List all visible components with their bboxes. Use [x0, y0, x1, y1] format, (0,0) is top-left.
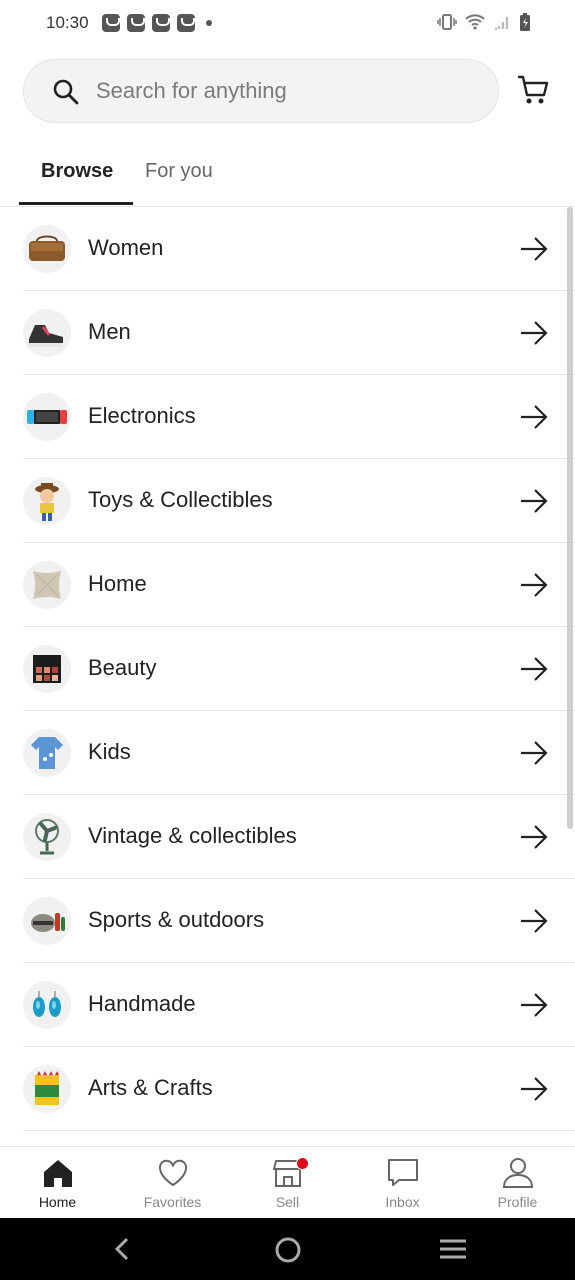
- nav-label: Home: [38, 1194, 77, 1210]
- recent-apps-icon[interactable]: [439, 1238, 467, 1260]
- arrow-right-icon: [521, 657, 548, 681]
- arrow-right-icon: [521, 321, 548, 345]
- nav-label: Sell: [275, 1194, 300, 1210]
- category-label: Arts & Crafts: [88, 1075, 213, 1100]
- arrow-right-icon: [521, 825, 548, 849]
- signal-icon: [495, 17, 509, 31]
- category-item-vintage-collectibles[interactable]: Vintage & collectibles: [0, 795, 575, 879]
- category-item-handmade[interactable]: Handmade: [0, 963, 575, 1047]
- category-item-kids[interactable]: Kids: [0, 711, 575, 795]
- message-icon: [388, 1159, 418, 1186]
- kids-dress-icon: [23, 729, 71, 777]
- scrollbar[interactable]: [567, 207, 573, 829]
- nav-profile[interactable]: Profile: [460, 1147, 575, 1219]
- arrow-right-icon: [521, 1077, 548, 1101]
- home-button-icon[interactable]: [274, 1236, 302, 1264]
- category-label: Kids: [88, 739, 131, 764]
- notification-icons: [102, 14, 212, 32]
- category-label: Vintage & collectibles: [88, 823, 297, 848]
- arrow-right-icon: [521, 993, 548, 1017]
- category-item-arts-crafts[interactable]: Arts & Crafts: [0, 1047, 575, 1131]
- nav-favorites[interactable]: Favorites: [115, 1147, 230, 1219]
- category-item-home[interactable]: Home: [0, 543, 575, 627]
- nav-inbox[interactable]: Inbox: [345, 1147, 460, 1219]
- category-item-men[interactable]: Men: [0, 291, 575, 375]
- earrings-icon: [23, 981, 71, 1029]
- pillow-icon: [23, 561, 71, 609]
- mercari-notification-icon: [177, 14, 195, 32]
- toy-figure-icon: [23, 477, 71, 525]
- category-label: Electronics: [88, 403, 196, 428]
- wifi-icon: [465, 14, 485, 30]
- arrow-right-icon: [521, 489, 548, 513]
- nav-label: Profile: [497, 1194, 538, 1210]
- sneaker-icon: [23, 309, 71, 357]
- category-label: Men: [88, 319, 131, 344]
- status-bar: 10:30: [0, 0, 575, 46]
- category-label: Home: [88, 571, 147, 596]
- status-time: 10:30: [46, 13, 89, 32]
- category-label: Beauty: [88, 655, 157, 680]
- tab-browse[interactable]: Browse: [41, 160, 113, 183]
- mercari-notification-icon: [127, 14, 145, 32]
- category-item-sports-outdoors[interactable]: Sports & outdoors: [0, 879, 575, 963]
- arrow-right-icon: [521, 909, 548, 933]
- system-status-icons: [437, 12, 531, 32]
- search-input[interactable]: [96, 60, 476, 122]
- back-icon[interactable]: [112, 1237, 132, 1261]
- tab-for-you[interactable]: For you: [145, 160, 213, 183]
- vintage-fan-icon: [23, 813, 71, 861]
- search-icon: [53, 79, 79, 105]
- game-console-icon: [23, 393, 71, 441]
- category-item-toys-collectibles[interactable]: Toys & Collectibles: [0, 459, 575, 543]
- handbag-icon: [23, 225, 71, 273]
- battery-charging-icon: [520, 13, 530, 31]
- arrow-right-icon: [521, 741, 548, 765]
- home-icon: [44, 1160, 72, 1187]
- nav-label: Inbox: [385, 1194, 420, 1210]
- bottom-navigation: Home Favorites Sell Inbox Profile: [0, 1146, 575, 1218]
- crayons-icon: [23, 1065, 71, 1113]
- nav-home[interactable]: Home: [0, 1147, 115, 1219]
- vibrate-icon: [437, 14, 457, 30]
- sports-gear-icon: [23, 897, 71, 945]
- makeup-palette-icon: [23, 645, 71, 693]
- category-label: Sports & outdoors: [88, 907, 265, 932]
- cart-icon[interactable]: [516, 73, 550, 107]
- mercari-notification-icon: [152, 14, 170, 32]
- active-tab-indicator: [19, 202, 133, 205]
- divider: [23, 1130, 575, 1131]
- category-item-beauty[interactable]: Beauty: [0, 627, 575, 711]
- heart-icon: [158, 1159, 188, 1187]
- nav-label: Favorites: [143, 1194, 202, 1210]
- tab-bar: Browse For you: [0, 140, 575, 207]
- category-list[interactable]: Women Men Electronics Toys & Collectible…: [0, 207, 575, 1145]
- category-item-electronics[interactable]: Electronics: [0, 375, 575, 459]
- nav-sell[interactable]: Sell: [230, 1147, 345, 1219]
- arrow-right-icon: [521, 237, 548, 261]
- category-label: Handmade: [88, 991, 196, 1016]
- notification-badge: [296, 1157, 309, 1170]
- category-label: Toys & Collectibles: [88, 487, 273, 512]
- arrow-right-icon: [521, 573, 548, 597]
- category-item-women[interactable]: Women: [0, 207, 575, 291]
- person-icon: [502, 1158, 534, 1188]
- mercari-notification-icon: [102, 14, 120, 32]
- arrow-right-icon: [521, 405, 548, 429]
- search-bar[interactable]: [23, 59, 499, 123]
- category-label: Women: [88, 235, 164, 260]
- dot-icon: [206, 20, 212, 26]
- system-navigation-bar: [0, 1218, 575, 1280]
